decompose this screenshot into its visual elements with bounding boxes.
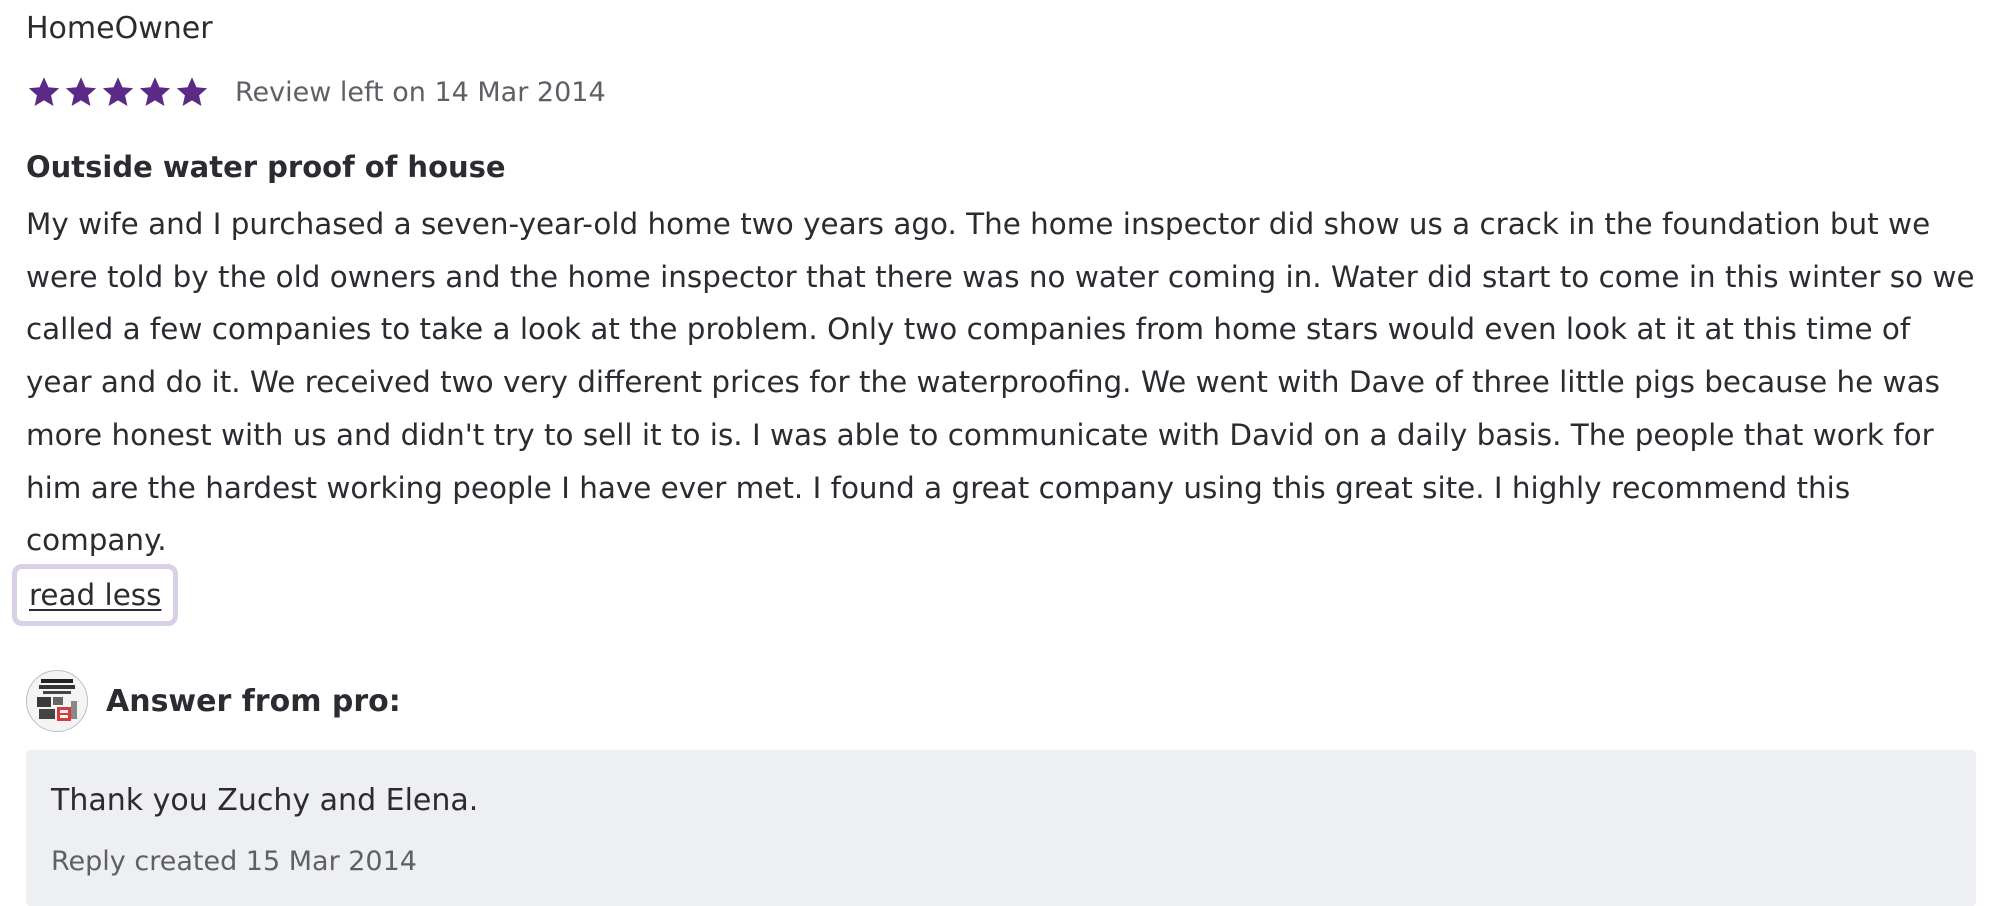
review-title: Outside water proof of house (26, 150, 506, 184)
star-icon (26, 74, 62, 110)
star-rating (26, 74, 211, 110)
pro-reply-text: Thank you Zuchy and Elena. (51, 783, 479, 818)
pro-answer-label: Answer from pro: (106, 683, 401, 719)
pro-answer-header: Answer from pro: (26, 669, 401, 733)
star-icon (100, 74, 136, 110)
pro-reply-box: Thank you Zuchy and Elena. Reply created… (26, 750, 1976, 906)
star-icon (63, 74, 99, 110)
company-logo-avatar-icon (27, 671, 87, 731)
pro-reply-date: Reply created 15 Mar 2014 (51, 846, 417, 877)
pro-avatar (26, 670, 88, 732)
star-icon (137, 74, 173, 110)
star-icon (174, 74, 210, 110)
review-author: HomeOwner (26, 11, 213, 46)
review-body: My wife and I purchased a seven-year-old… (26, 207, 1975, 558)
rating-row: Review left on 14 Mar 2014 (26, 70, 606, 114)
read-less-link[interactable]: read less (12, 564, 179, 626)
review-date: Review left on 14 Mar 2014 (235, 76, 606, 108)
